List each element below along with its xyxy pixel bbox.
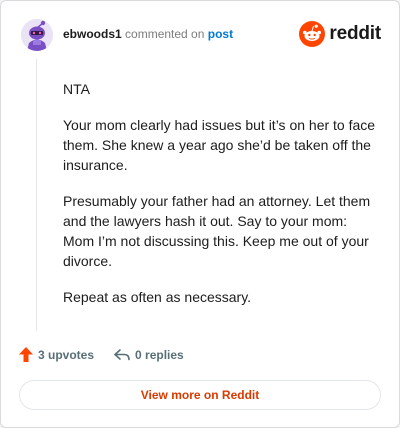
reply-count: 0 replies	[135, 347, 184, 362]
avatar[interactable]	[21, 19, 53, 51]
reddit-logo[interactable]: reddit	[299, 21, 381, 47]
reply-arrow-icon	[114, 348, 130, 360]
comment-paragraph: Presumably your father had an attorney. …	[63, 193, 371, 269]
upvote-arrow-icon	[19, 347, 33, 362]
comment-actions: 3 upvotes 0 replies	[19, 347, 204, 362]
comment-body: NTA Your mom clearly had issues but it’s…	[63, 79, 379, 323]
view-more-button[interactable]: View more on Reddit	[19, 380, 381, 410]
comment-paragraph: Repeat as often as necessary.	[63, 289, 252, 305]
username-link[interactable]: ebwoods1	[63, 27, 122, 41]
reddit-snoo-icon	[299, 21, 326, 47]
commented-text: commented on	[125, 27, 205, 41]
comment-card: ebwoods1 commented on post reddit NTA Yo…	[0, 0, 400, 428]
thread-line	[36, 59, 37, 331]
reddit-wordmark: reddit	[329, 23, 381, 44]
comment-paragraph: Your mom clearly had issues but it’s on …	[63, 117, 376, 173]
comment-paragraph: NTA	[63, 81, 90, 97]
reply-button[interactable]: 0 replies	[114, 348, 184, 362]
comment-header: ebwoods1 commented on post	[63, 27, 233, 41]
post-link[interactable]: post	[208, 27, 233, 41]
upvote-button[interactable]: 3 upvotes	[19, 347, 94, 362]
avatar-snoo-icon	[21, 19, 53, 51]
upvote-count: 3 upvotes	[38, 347, 95, 362]
